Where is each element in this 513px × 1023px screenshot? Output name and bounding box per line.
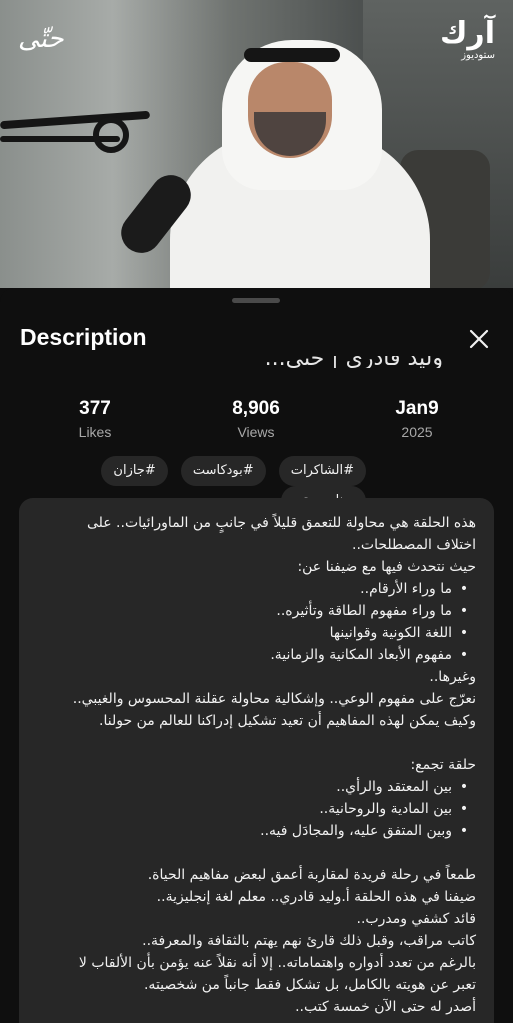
description-line: نعرّج على مفهوم الوعي.. وإشكالية محاولة …	[33, 688, 476, 710]
bullet-marker: •	[459, 647, 469, 663]
description-line: ضيفنا في هذه الحلقة أ.وليد قادري.. معلم …	[33, 886, 476, 908]
description-line: اختلاف المصطلحات..	[33, 534, 476, 556]
program-logo: حتّى	[18, 24, 64, 54]
video-guest-iqal	[244, 48, 340, 62]
publish-year: 2025	[401, 424, 433, 440]
description-line-text: ضيفنا في هذه الحلقة أ.وليد قادري.. معلم …	[156, 889, 476, 905]
stat-date: Jan9 2025	[357, 398, 477, 440]
description-line-text: وغيرها..	[429, 669, 476, 685]
drag-handle[interactable]	[232, 298, 280, 303]
hashtag-list: #الشاكرات #بودكاست #جازان برنامج حتى	[0, 456, 513, 516]
mic-mount	[93, 117, 129, 153]
bullet-marker: •	[459, 801, 469, 817]
video-stats: 377 Likes 8,906 Views Jan9 2025	[0, 398, 513, 448]
close-button[interactable]	[466, 326, 492, 352]
description-bullet-line: • بين المعتقد والرأي..	[33, 776, 476, 798]
bullet-marker: •	[459, 779, 469, 795]
description-line: طمعاً في رحلة فريدة لمقاربة أعمق لبعض مف…	[33, 864, 476, 886]
bullet-marker: •	[459, 625, 469, 641]
description-line	[33, 842, 476, 864]
description-line-text: مفهوم الأبعاد المكانية والزمانية.	[270, 647, 452, 663]
sheet-title: Description	[20, 324, 147, 350]
description-line: هذه الحلقة هي محاولة للتعمق قليلاً في جا…	[33, 512, 476, 534]
description-bullet-line: • بين المادية والروحانية..	[33, 798, 476, 820]
bullet-marker: •	[459, 823, 469, 839]
bullet-marker: •	[459, 581, 469, 597]
description-bullet-line: • وبين المتفق عليه، والمجادَل فيه..	[33, 820, 476, 842]
likes-label: Likes	[78, 424, 112, 440]
description-line	[33, 732, 476, 754]
studio-logo-sub: ستوديوز	[461, 50, 495, 61]
stat-likes: 377 Likes	[35, 398, 155, 440]
likes-count: 377	[79, 398, 111, 419]
video-player[interactable]: حتّى آرك ستوديوز	[0, 0, 513, 288]
video-title-partial: وليد قادري | حتى...	[264, 346, 443, 368]
description-line-text: حلقة تجمع:	[410, 757, 476, 773]
description-line-text: بالرغم من تعدد أدواره واهتماماته.. إلا أ…	[78, 955, 476, 971]
description-bullet-line: • مفهوم الأبعاد المكانية والزمانية.	[33, 644, 476, 666]
studio-logo-main: آرك	[439, 16, 495, 51]
description-line-text: قائد كشفي ومدرب..	[356, 911, 476, 927]
bullet-marker: •	[459, 603, 469, 619]
views-label: Views	[237, 424, 275, 440]
description-line-text: نعرّج على مفهوم الوعي.. وإشكالية محاولة …	[72, 691, 476, 707]
description-line: حيث نتحدث فيها مع ضيفنا عن:	[33, 556, 476, 578]
description-line-text: أصدر له حتى الآن خمسة كتب..	[295, 999, 476, 1015]
studio-logo: آرك ستوديوز	[440, 18, 495, 62]
description-line: أصدر له حتى الآن خمسة كتب..	[33, 996, 476, 1018]
hashtag-chip[interactable]: #بودكاست	[180, 456, 266, 486]
mic-arm	[0, 110, 151, 130]
description-line-text: اللغة الكونية وقوانينها	[329, 625, 452, 641]
hashtag-chip[interactable]: #الشاكرات	[278, 456, 366, 486]
description-line-text: بين المعتقد والرأي..	[336, 779, 452, 795]
description-line: وكيف يمكن لهذه المفاهيم أن تعيد تشكيل إد…	[33, 710, 476, 732]
description-bullet-line: • ما وراء مفهوم الطاقة وتأثيره..	[33, 600, 476, 622]
description-line-text: تعبر عن هويته بالكامل، بل تشكل فقط جانبا…	[143, 977, 476, 993]
description-line: كاتب مراقب، وقبل ذلك قارئ نهم يهتم بالثق…	[33, 930, 476, 952]
description-line-text: بين المادية والروحانية..	[319, 801, 452, 817]
description-line-text: اختلاف المصطلحات..	[352, 537, 476, 553]
stat-views: 8,906 Views	[196, 398, 316, 440]
description-line-text: ما وراء الأرقام..	[360, 581, 452, 597]
description-bullet-line: • اللغة الكونية وقوانينها	[33, 622, 476, 644]
description-line-text: ما وراء مفهوم الطاقة وتأثيره..	[276, 603, 452, 619]
description-text-box: هذه الحلقة هي محاولة للتعمق قليلاً في جا…	[19, 498, 494, 1023]
description-line-text: وبين المتفق عليه، والمجادَل فيه..	[260, 823, 452, 839]
description-line: بالرغم من تعدد أدواره واهتماماته.. إلا أ…	[33, 952, 476, 974]
description-line-text: هذه الحلقة هي محاولة للتعمق قليلاً في جا…	[86, 515, 476, 531]
description-line-text: كاتب مراقب، وقبل ذلك قارئ نهم يهتم بالثق…	[142, 933, 476, 949]
description-line: حلقة تجمع:	[33, 754, 476, 776]
hashtag-chip[interactable]: #جازان	[101, 456, 168, 486]
description-line: قائد كشفي ومدرب..	[33, 908, 476, 930]
description-line: وغيرها..	[33, 666, 476, 688]
description-line-text: وكيف يمكن لهذه المفاهيم أن تعيد تشكيل إد…	[99, 713, 476, 729]
views-count: 8,906	[232, 398, 280, 419]
publish-date: Jan9	[395, 398, 439, 419]
description-sheet: وليد قادري | حتى... Description 377 Like…	[0, 288, 513, 1023]
close-icon	[469, 329, 489, 349]
description-bullet-line: • ما وراء الأرقام..	[33, 578, 476, 600]
description-line: تعبر عن هويته بالكامل، بل تشكل فقط جانبا…	[33, 974, 476, 996]
description-line-text: حيث نتحدث فيها مع ضيفنا عن:	[297, 559, 476, 575]
description-line-text: طمعاً في رحلة فريدة لمقاربة أعمق لبعض مف…	[147, 867, 476, 883]
